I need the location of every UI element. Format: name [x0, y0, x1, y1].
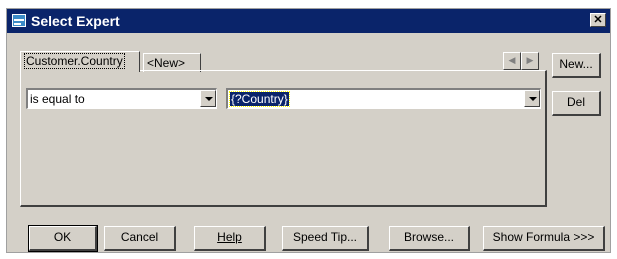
browse-button[interactable]: Browse...	[389, 226, 470, 251]
show-formula-button[interactable]: Show Formula >>>	[483, 226, 605, 251]
app-icon	[12, 14, 26, 27]
operator-value: is equal to	[30, 92, 85, 106]
help-button[interactable]: Help	[194, 226, 266, 251]
value-select[interactable]: {?Country}	[226, 88, 541, 109]
close-icon: ✕	[593, 14, 603, 26]
arrow-right-icon: ▶	[526, 55, 534, 65]
cancel-button[interactable]: Cancel	[104, 226, 176, 251]
tab-customer-country[interactable]: Customer.Country	[20, 51, 140, 72]
tab-scroll-right-button[interactable]: ▶	[521, 52, 539, 70]
delete-button[interactable]: Del	[552, 91, 601, 116]
tab-label: Customer.Country	[24, 53, 125, 69]
close-button[interactable]: ✕	[590, 13, 606, 27]
speed-tip-button[interactable]: Speed Tip...	[282, 226, 369, 251]
arrow-left-icon: ◀	[508, 55, 516, 65]
value-text[interactable]: {?Country}	[229, 91, 290, 107]
tab-scroll-left-button[interactable]: ◀	[503, 52, 521, 70]
window-title: Select Expert	[31, 13, 120, 29]
tab-label: <New>	[147, 56, 186, 70]
help-label: Help	[217, 230, 242, 244]
value-dropdown-button[interactable]	[524, 90, 540, 107]
operator-select[interactable]: is equal to	[26, 88, 217, 109]
browse-label: Browse...	[403, 230, 454, 244]
ok-button[interactable]: OK	[28, 225, 98, 252]
new-button[interactable]: New...	[552, 53, 601, 78]
title-bar[interactable]: Select Expert ✕	[7, 9, 610, 33]
operator-dropdown-button[interactable]	[200, 90, 216, 107]
select-expert-dialog: Select Expert ✕ Customer.Country <New> ◀…	[6, 8, 611, 253]
